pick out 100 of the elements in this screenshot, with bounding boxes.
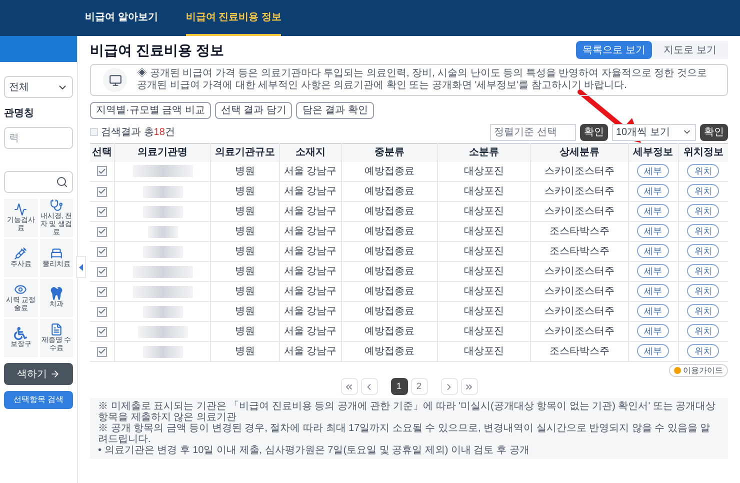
blurred-name	[132, 286, 193, 298]
blurred-name	[132, 266, 193, 278]
page-button[interactable]: 1	[390, 378, 408, 395]
location-button[interactable]: 위치	[687, 324, 720, 338]
table-cell: 병원	[210, 202, 280, 222]
arrow-right-icon	[50, 369, 60, 379]
name-input-field[interactable]: 력	[4, 127, 73, 149]
column-header: 세부정보	[628, 144, 678, 162]
detail-button[interactable]: 세부	[637, 244, 670, 258]
detail-button[interactable]: 세부	[637, 264, 670, 278]
table-cell: 스카이조스터주	[530, 162, 628, 182]
table-cell: 병원	[210, 242, 280, 262]
column-header: 위치정보	[678, 144, 728, 162]
detail-button[interactable]: 세부	[637, 224, 670, 238]
row-checkbox[interactable]	[97, 226, 108, 236]
table-cell: 병원	[210, 262, 280, 282]
nav-tab[interactable]: 비급여 진료비용 정보	[186, 0, 282, 36]
table-cell: 스카이조스터주	[530, 302, 628, 322]
table-cell: 서울 강남구	[279, 202, 342, 222]
search-button[interactable]: 색하기	[4, 363, 73, 385]
column-header: 상세분류	[530, 144, 628, 162]
table-cell: 조스타박스주	[530, 222, 628, 242]
table-cell: 스카이조스터주	[530, 322, 628, 342]
table-cell: 서울 강남구	[279, 342, 342, 362]
view-tab[interactable]: 목록으로 보기	[576, 41, 652, 59]
stethoscope-icon	[50, 199, 63, 212]
row-checkbox[interactable]	[97, 186, 108, 196]
search-field[interactable]	[4, 171, 73, 193]
action-button[interactable]: 지역별·규모별 금액 비교	[90, 102, 211, 119]
detail-button[interactable]: 세부	[637, 164, 670, 178]
location-button[interactable]: 위치	[687, 164, 720, 178]
table-cell: 예방접종료	[341, 322, 438, 342]
first-page-button[interactable]	[340, 378, 358, 395]
detail-button[interactable]: 세부	[637, 324, 670, 338]
location-button[interactable]: 위치	[687, 304, 720, 318]
detail-button[interactable]: 세부	[637, 204, 670, 218]
page-size-select[interactable]: 10개씩 보기	[612, 124, 696, 140]
page-size-confirm-button[interactable]: 확인	[700, 124, 728, 140]
blurred-name	[142, 346, 183, 358]
bed-icon	[50, 247, 63, 260]
detail-button[interactable]: 세부	[637, 184, 670, 198]
table-cell: 예방접종료	[341, 262, 438, 282]
guide-button[interactable]: 이용가이드	[669, 364, 728, 377]
table-cell: 대상포진	[437, 342, 531, 362]
page-button[interactable]: 2	[410, 378, 428, 395]
sort-select-field[interactable]: 정렬기준 선택	[490, 124, 576, 140]
blurred-name	[142, 206, 183, 218]
location-button[interactable]: 위치	[687, 344, 720, 358]
table-cell: 스카이조스터주	[530, 202, 628, 222]
page-title: 비급여 진료비용 정보	[90, 40, 224, 60]
table-cell: 서울 강남구	[279, 222, 342, 242]
detail-button[interactable]: 세부	[637, 304, 670, 318]
table-cell: 병원	[210, 342, 280, 362]
table-cell: 대상포진	[437, 242, 531, 262]
table-cell: 병원	[210, 222, 280, 242]
region-select[interactable]: 전체	[4, 76, 73, 98]
last-page-button[interactable]	[460, 378, 478, 395]
table-cell: 대상포진	[437, 282, 531, 302]
blurred-name	[142, 246, 183, 258]
action-button[interactable]: 담은 결과 확인	[296, 102, 374, 119]
row-checkbox[interactable]	[97, 286, 108, 296]
row-checkbox[interactable]	[97, 266, 108, 276]
location-button[interactable]: 위치	[687, 204, 720, 218]
selected-search-button[interactable]: 선택항목 검색	[4, 391, 73, 409]
table-cell: 대상포진	[437, 182, 531, 202]
action-button[interactable]: 선택 결과 담기	[214, 102, 292, 119]
double-chevron-left-icon	[344, 382, 354, 392]
detail-button[interactable]: 세부	[637, 284, 670, 298]
document-icon	[50, 323, 63, 336]
detail-button[interactable]: 세부	[637, 344, 670, 358]
location-button[interactable]: 위치	[687, 264, 720, 278]
location-button[interactable]: 위치	[687, 224, 720, 238]
table-cell: 대상포진	[437, 202, 531, 222]
view-tab[interactable]: 지도로 보기	[652, 41, 728, 59]
table-cell: 스카이조스터주	[530, 262, 628, 282]
blurred-name	[132, 165, 193, 178]
column-header: 소분류	[437, 144, 531, 162]
row-checkbox[interactable]	[97, 306, 108, 316]
row-checkbox[interactable]	[97, 166, 108, 176]
table-cell: 병원	[210, 322, 280, 342]
nav-tab[interactable]: 비급여 알아보기	[85, 0, 158, 36]
location-button[interactable]: 위치	[687, 244, 720, 258]
row-checkbox[interactable]	[97, 346, 108, 356]
row-checkbox[interactable]	[97, 246, 108, 256]
monitor-icon	[103, 68, 127, 92]
collapse-handle[interactable]	[76, 256, 86, 278]
location-button[interactable]: 위치	[687, 284, 720, 298]
table-cell: 스카이조스터주	[530, 182, 628, 202]
row-checkbox[interactable]	[97, 326, 108, 336]
sort-confirm-button[interactable]: 확인	[580, 124, 608, 140]
blurred-name	[138, 326, 188, 338]
triangle-left-icon	[79, 264, 83, 270]
table-cell: 병원	[210, 162, 280, 182]
row-checkbox[interactable]	[97, 206, 108, 216]
table-cell: 대상포진	[437, 302, 531, 322]
notice-text: ◈ 공개된 비급여 가격 등은 의료기관마다 투입되는 의료인력, 장비, 시술의 난이도 등의 특성을 반영하여 자율적으로 정한 것으로 공개된 비급여 가격에 대한 세부적인 사항은 의료기관에 확인 또는 공개화면 '세부정보'를 참고하시기 바랍니다.	[137, 68, 708, 92]
location-button[interactable]: 위치	[687, 184, 720, 198]
table-cell: 병원	[210, 282, 280, 302]
table-cell: 예방접종료	[341, 162, 438, 182]
table-cell: 예방접종료	[341, 282, 438, 302]
